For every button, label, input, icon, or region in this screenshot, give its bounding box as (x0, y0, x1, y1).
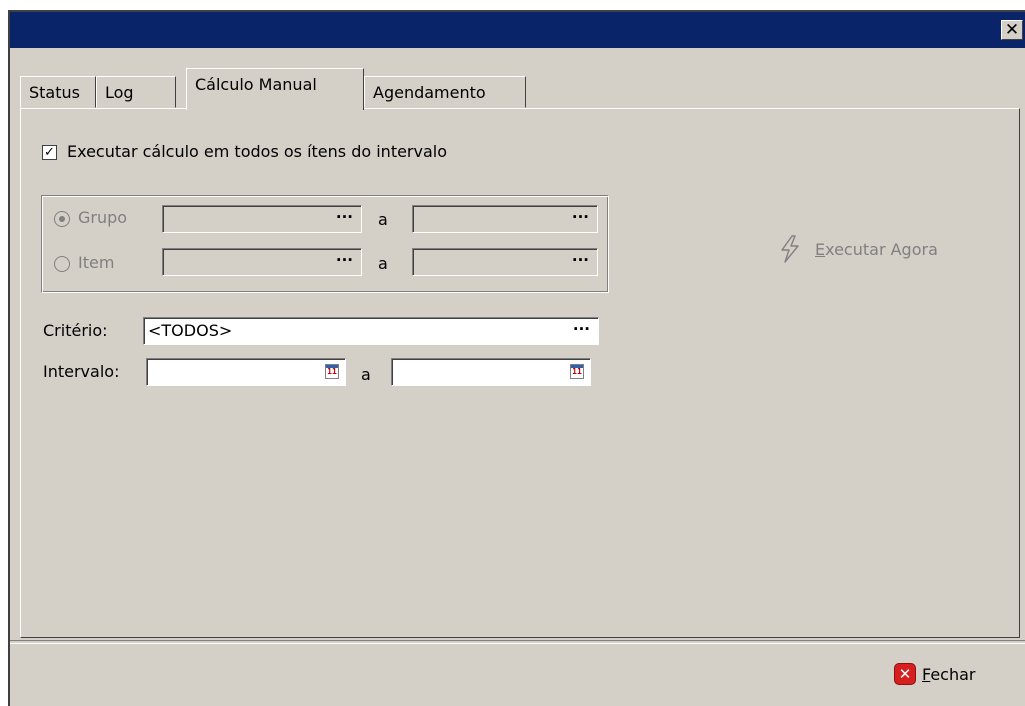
execute-now-label-rest: xecutar Agora (825, 239, 938, 259)
intervalo-label: Intervalo: (43, 362, 120, 381)
fechar-button[interactable]: ✕ Fechar (894, 663, 976, 685)
execute-now-mnemonic: E (815, 239, 826, 259)
lightning-icon (781, 235, 799, 263)
grupo-to-field[interactable]: ··· (412, 205, 598, 233)
criterio-label: Critério: (43, 321, 108, 340)
tab-status-label: Status (29, 82, 80, 102)
execute-all-checkbox[interactable]: ✓ (42, 145, 57, 160)
item-range-separator: a (378, 254, 388, 273)
criterio-value: <TODOS> (148, 321, 233, 340)
close-x-icon: ✕ (894, 663, 916, 685)
tab-agendamento-label: Agendamento (373, 82, 486, 102)
radio-grupo-label: Grupo (78, 208, 128, 227)
intervalo-from-date[interactable]: 11 (146, 358, 346, 386)
criterio-field[interactable]: <TODOS> ··· (143, 317, 599, 345)
check-icon: ✓ (44, 145, 55, 160)
execute-all-label: Executar cálculo em todos os ítens do in… (67, 142, 448, 161)
tab-log[interactable]: Log (96, 76, 176, 108)
tab-log-label: Log (105, 82, 134, 102)
fechar-label-rest: echar (930, 664, 976, 684)
radio-grupo[interactable] (54, 211, 70, 227)
close-icon: ✕ (1004, 19, 1020, 40)
fechar-label: Fechar (922, 665, 976, 684)
title-bar: ✕ (10, 12, 1025, 48)
calendar-icon[interactable]: 11 (570, 364, 584, 379)
grupo-to-browse-button[interactable]: ··· (572, 208, 589, 226)
tab-status[interactable]: Status (20, 76, 96, 108)
tab-calculo-manual-label: Cálculo Manual (195, 75, 317, 94)
dialog-window: ✕ Status Log Cálculo Manual Agendamento … (8, 10, 1025, 706)
radio-item-label: Item (78, 253, 115, 272)
grupo-range-separator: a (378, 210, 388, 229)
grupo-from-field[interactable]: ··· (162, 205, 362, 233)
item-to-browse-button[interactable]: ··· (572, 251, 589, 269)
close-window-button[interactable]: ✕ (1001, 20, 1023, 40)
range-groupbox: Grupo ··· a ··· Item ··· a ··· (41, 195, 609, 293)
criterio-browse-button[interactable]: ··· (573, 320, 590, 338)
grupo-from-browse-button[interactable]: ··· (336, 208, 353, 226)
tab-panel-calculo-manual: ✓ Executar cálculo em todos os ítens do … (20, 108, 1020, 638)
intervalo-to-date[interactable]: 11 (391, 358, 591, 386)
tab-calculo-manual[interactable]: Cálculo Manual (186, 68, 364, 110)
execute-now-button[interactable]: Executar Agora (779, 235, 938, 263)
execute-now-label: Executar Agora (815, 240, 938, 259)
item-from-browse-button[interactable]: ··· (336, 251, 353, 269)
intervalo-separator: a (361, 365, 371, 384)
calendar-icon[interactable]: 11 (325, 364, 339, 379)
item-from-field[interactable]: ··· (162, 248, 362, 276)
tab-agendamento[interactable]: Agendamento (364, 76, 526, 108)
radio-item[interactable] (54, 256, 70, 272)
footer-separator (10, 640, 1025, 644)
item-to-field[interactable]: ··· (412, 248, 598, 276)
